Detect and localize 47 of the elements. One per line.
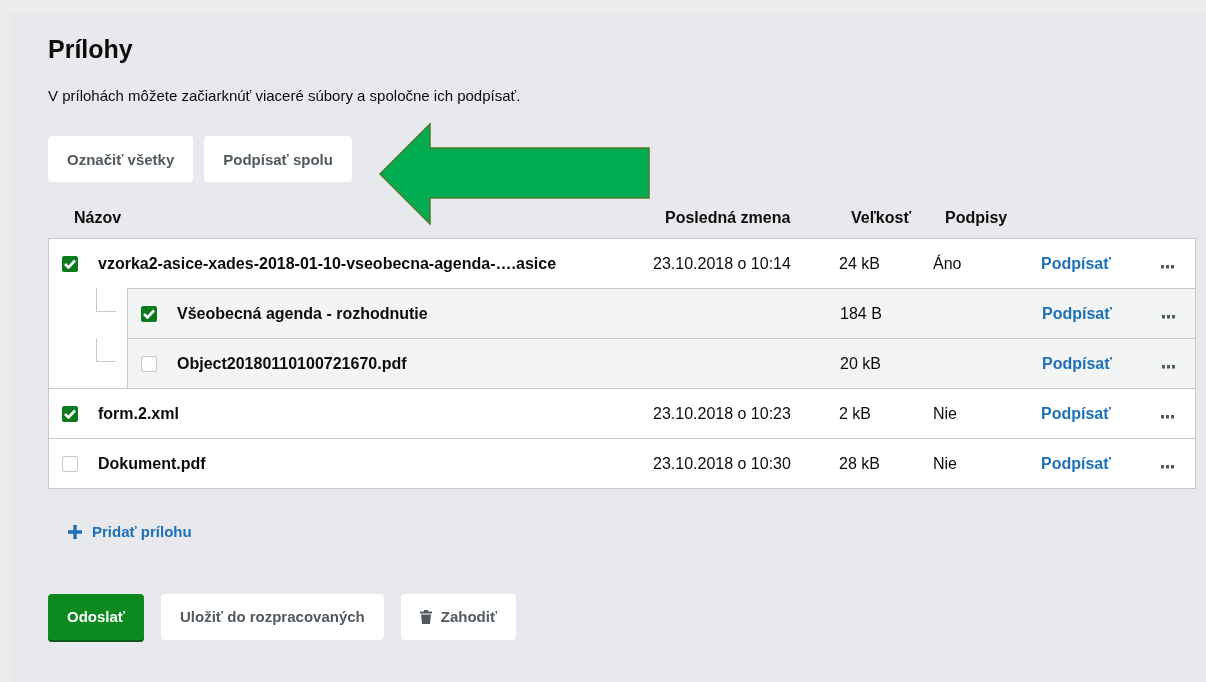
more-icon[interactable] [1161,414,1174,419]
file-size: 24 kB [839,254,880,272]
column-header: Veľkosť [850,209,912,226]
sign-link[interactable]: Podpísať [1042,354,1112,372]
column-header: Názov [73,209,122,226]
file-name: form.2.xml [98,404,179,423]
file-size: 184 B [840,304,882,322]
toolbar-button[interactable]: Podpísať spolu [204,136,352,182]
more-icon[interactable] [1161,464,1174,469]
file-size: 20 kB [840,354,881,372]
checkbox[interactable] [62,255,78,272]
sign-link[interactable]: Podpísať [1041,454,1111,472]
add-attachment-link[interactable]: Pridať prílohu [92,523,192,540]
signature-status: Nie [933,404,957,422]
plus-icon [68,524,82,539]
discard-button[interactable]: Zahodiť [400,593,517,640]
modified-date: 23.10.2018 o 10:14 [653,254,791,272]
trash-icon [419,609,432,624]
modified-date: 23.10.2018 o 10:30 [653,454,791,472]
tree-connector-icon [96,338,116,362]
toolbar-button[interactable]: Označiť všetky [48,136,194,182]
sign-link[interactable]: Podpísať [1041,254,1111,272]
save-draft-button[interactable]: Uložiť do rozpracovaných [161,593,384,640]
file-name: Object20180110100721670.pdf [177,354,407,373]
more-icon[interactable] [1161,264,1174,269]
page-title: Prílohy [48,34,134,64]
description: V prílohách môžete začiarknúť viaceré súbory a spoločne ich podpísať. [48,86,521,106]
checkbox[interactable] [141,305,157,322]
submit-button[interactable]: Odoslať [48,593,145,640]
more-icon[interactable] [1162,364,1175,369]
checkbox[interactable] [141,355,157,372]
sign-link[interactable]: Podpísať [1041,404,1111,422]
signature-status: Áno [933,254,962,272]
file-name: Dokument.pdf [98,454,206,473]
more-icon[interactable] [1162,314,1175,319]
sign-link[interactable]: Podpísať [1042,304,1112,322]
checkbox[interactable] [62,405,78,422]
modified-date: 23.10.2018 o 10:23 [653,404,791,422]
signature-status: Nie [933,454,957,472]
file-name: vzorka2-asice-xades-2018-01-10-vseobecna-agenda-….asice [98,254,557,273]
checkbox[interactable] [62,455,78,472]
file-size: 28 kB [839,454,880,472]
file-size: 2 kB [839,404,871,422]
file-name: Všeobecná agenda - rozhodnutie [177,304,428,323]
column-header: Posledná zmena [664,209,791,226]
column-header: Podpisy [944,209,1008,226]
tree-connector-icon [96,288,116,312]
